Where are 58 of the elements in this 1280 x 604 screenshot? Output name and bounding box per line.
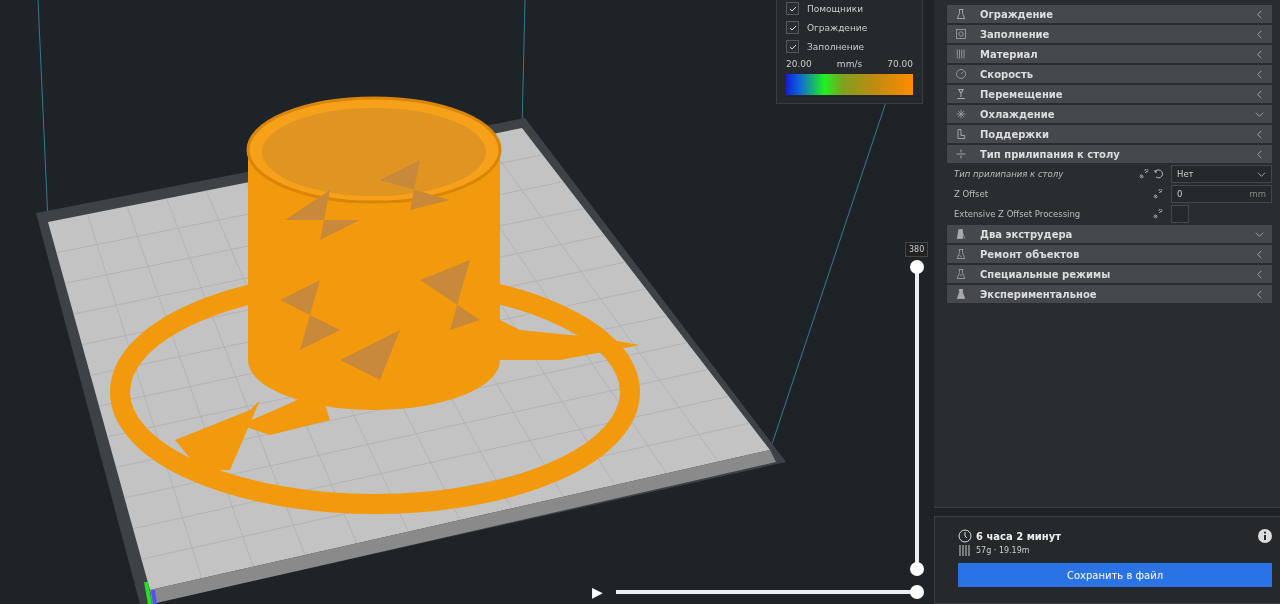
- dropdown-field[interactable]: Нет: [1171, 165, 1272, 183]
- check-icon: [788, 4, 797, 13]
- scale-min: 20.00: [786, 59, 812, 69]
- category-icon: [955, 288, 967, 300]
- category-icon: [955, 248, 967, 260]
- category-icon: [955, 48, 967, 60]
- scale-unit: mm/s: [836, 59, 863, 69]
- number-field[interactable]: 0 mm: [1171, 185, 1272, 203]
- settings-category[interactable]: Экспериментальное: [947, 285, 1272, 303]
- link-icon: [1139, 169, 1149, 179]
- category-icon: [955, 68, 967, 80]
- settings-category[interactable]: Материал: [947, 45, 1272, 63]
- save-to-file-button[interactable]: Сохранить в файл: [958, 563, 1272, 587]
- info-icon[interactable]: [1258, 529, 1272, 543]
- play-button[interactable]: ▶: [592, 583, 603, 601]
- reset-icon[interactable]: [1153, 169, 1163, 179]
- category-icon: [955, 128, 967, 140]
- clock-icon: [958, 529, 972, 543]
- settings-category[interactable]: Скорость: [947, 65, 1272, 83]
- settings-category[interactable]: Охлаждение: [947, 105, 1272, 123]
- slider-handle[interactable]: [910, 585, 924, 599]
- checkbox-label: Помощники: [807, 3, 864, 14]
- link-icon: [1153, 189, 1163, 199]
- settings-category[interactable]: Ремонт объектов: [947, 245, 1272, 263]
- checkbox-label: Ограждение: [807, 22, 868, 33]
- print-time: 6 часа 2 минут: [976, 530, 1062, 542]
- checkbox[interactable]: [786, 2, 799, 15]
- category-icon: [955, 28, 967, 40]
- settings-category[interactable]: Два экструдера: [947, 225, 1272, 243]
- setting-label: Тип прилипания к столу: [954, 169, 1065, 179]
- settings-category[interactable]: Заполнение: [947, 25, 1272, 43]
- category-icon: [955, 108, 967, 120]
- settings-category[interactable]: Специальные режимы: [947, 265, 1272, 283]
- material-usage: 57g · 19.19m: [976, 545, 1030, 555]
- settings-category[interactable]: Ограждение: [947, 5, 1272, 23]
- spool-icon: [958, 543, 972, 557]
- setting-label: Z Offset: [954, 189, 990, 199]
- slider-handle[interactable]: [910, 562, 924, 576]
- category-icon: [955, 8, 967, 20]
- settings-category[interactable]: Поддержки: [947, 125, 1272, 143]
- category-icon: [955, 228, 967, 240]
- check-icon: [788, 42, 797, 51]
- setting-label: Extensive Z Offset Processing: [954, 209, 1082, 219]
- checkbox[interactable]: [786, 40, 799, 53]
- settings-category[interactable]: Перемещение: [947, 85, 1272, 103]
- category-icon: [955, 148, 967, 160]
- slider-handle[interactable]: [910, 260, 924, 274]
- check-icon: [788, 23, 797, 32]
- checkbox-label: Заполнение: [807, 41, 865, 52]
- settings-category[interactable]: Тип прилипания к столу: [947, 145, 1272, 163]
- category-icon: [955, 88, 967, 100]
- category-icon: [955, 268, 967, 280]
- axis-indicator-drawing: [144, 581, 157, 604]
- link-icon: [1153, 209, 1163, 219]
- checkbox[interactable]: [786, 21, 799, 34]
- checkbox[interactable]: [1171, 205, 1189, 223]
- scale-max: 70.00: [887, 59, 913, 69]
- layer-number: 380: [905, 242, 929, 257]
